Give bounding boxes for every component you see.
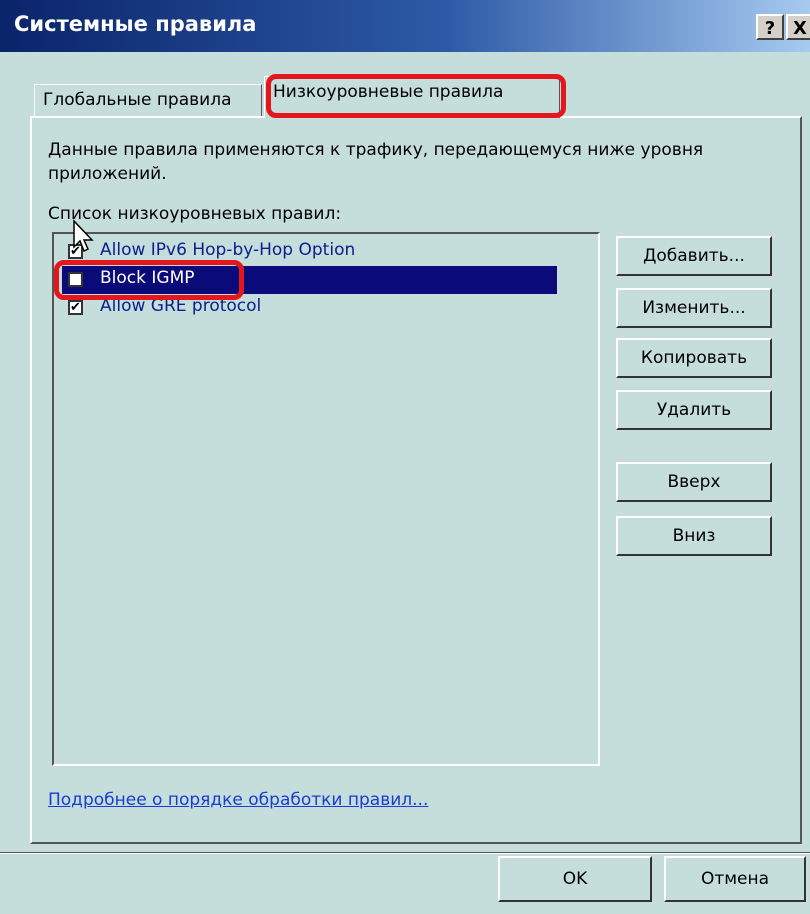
- description-text: Данные правила применяются к трафику, пе…: [48, 140, 704, 184]
- add-button[interactable]: Добавить...: [616, 236, 772, 276]
- cancel-button[interactable]: Отмена: [664, 856, 806, 902]
- tab-highlight-frame: [266, 74, 566, 118]
- mouse-cursor-icon: [73, 219, 94, 253]
- help-button[interactable]: ?: [756, 14, 784, 40]
- move-down-button[interactable]: Вниз: [616, 516, 772, 556]
- edit-button[interactable]: Изменить...: [616, 288, 772, 328]
- close-button[interactable]: X: [786, 14, 810, 40]
- item-highlight-frame: [54, 260, 244, 300]
- window-title: Системные правила: [14, 12, 257, 36]
- footer-divider-highlight: [0, 853, 810, 854]
- rules-list[interactable]: ✔ Allow IPv6 Hop-by-Hop Option Block IGM…: [52, 232, 600, 766]
- tab-global-rules[interactable]: Глобальные правила: [34, 84, 262, 118]
- copy-button[interactable]: Копировать: [616, 338, 772, 378]
- list-item-label: Allow IPv6 Hop-by-Hop Option: [100, 240, 356, 260]
- title-bar: Системные правила ? X: [0, 0, 810, 52]
- ok-button[interactable]: OK: [498, 856, 652, 902]
- delete-button[interactable]: Удалить: [616, 390, 772, 430]
- rules-order-link[interactable]: Подробнее о порядке обработки правил...: [48, 790, 428, 810]
- checkbox-checked-icon[interactable]: ✔: [68, 300, 83, 315]
- move-up-button[interactable]: Вверх: [616, 462, 772, 502]
